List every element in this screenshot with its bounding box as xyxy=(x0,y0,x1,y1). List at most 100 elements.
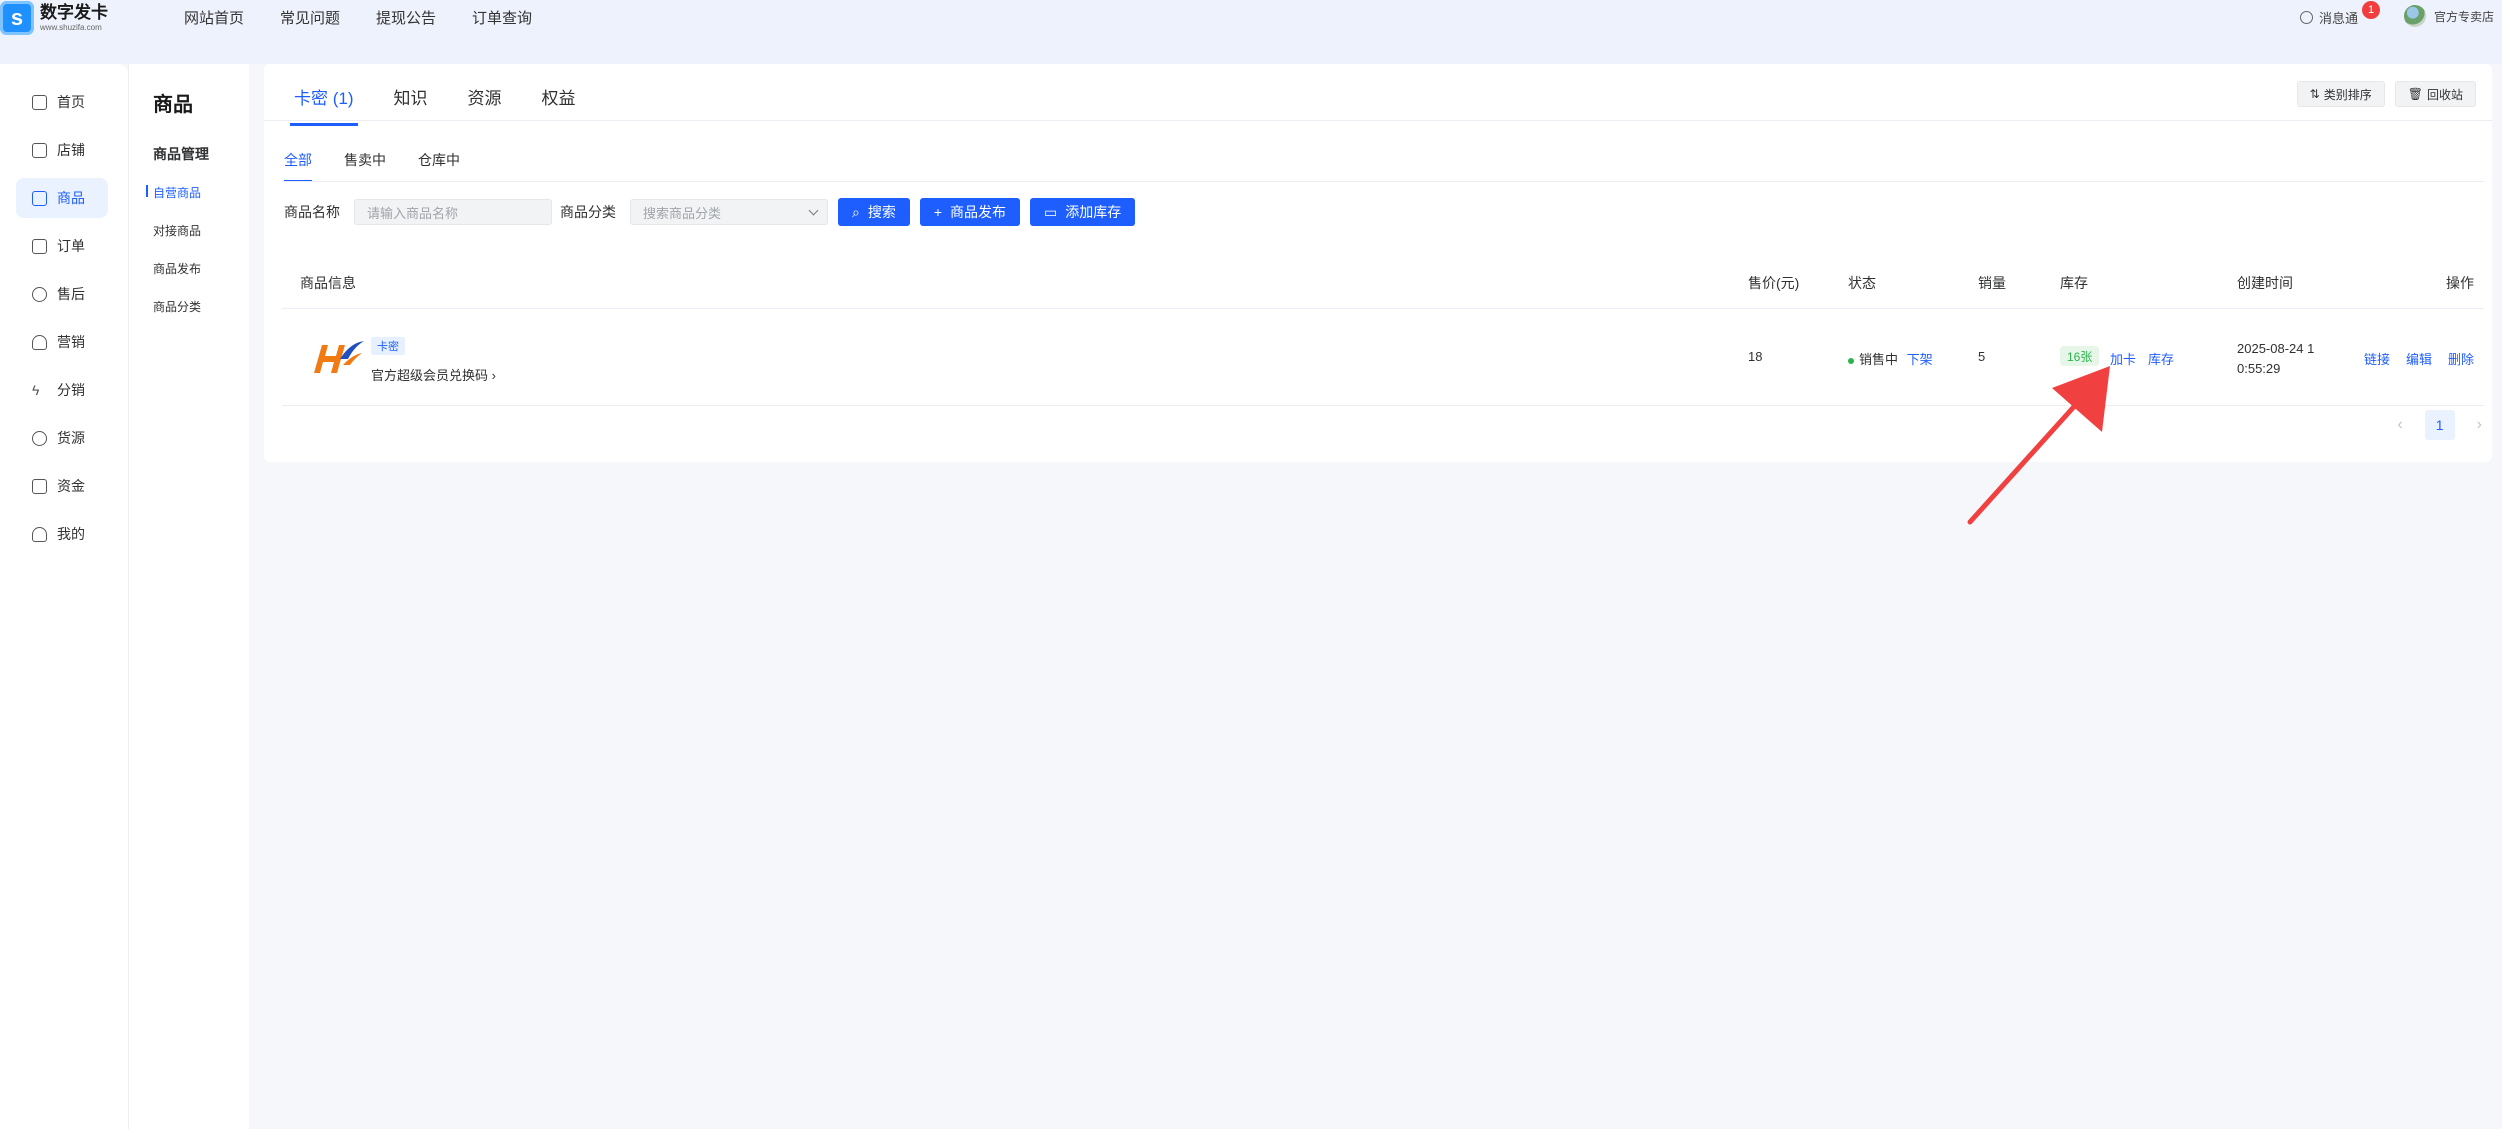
col-product-info: 商品信息 xyxy=(300,275,356,291)
product-logo-icon xyxy=(314,341,364,373)
link-action[interactable]: 链接 xyxy=(2364,349,2390,368)
col-sales: 销量 xyxy=(1978,275,2006,291)
category-select-placeholder: 搜索商品分类 xyxy=(643,205,722,221)
product-price: 18 xyxy=(1748,349,1763,364)
logo-name: 数字发卡 xyxy=(40,3,108,22)
filter-bar: 商品名称 请输入商品名称 商品分类 搜索商品分类 ⌕ 搜索 + 商品发布 ▭ 添加库存 xyxy=(284,198,1145,226)
user-icon xyxy=(32,526,47,542)
subnav-title: 商品 xyxy=(153,94,193,116)
product-name-input[interactable]: 请输入商品名称 xyxy=(354,199,552,225)
top-bar: s 数字发卡 www.shuzifa.com 网站首页 常见问题 提现公告 订单… xyxy=(0,0,2502,64)
subnav-group-title: 商品管理 xyxy=(153,146,209,162)
sidebar-item-marketing[interactable]: 营销 xyxy=(16,322,108,362)
plus-icon: + xyxy=(933,204,943,220)
top-nav: 网站首页 常见问题 提现公告 订单查询 xyxy=(184,0,532,34)
sidebar-item-products[interactable]: 商品 xyxy=(16,178,108,218)
recycle-bin-button[interactable]: 🗑 回收站 xyxy=(2394,81,2476,107)
page-number-current[interactable]: 1 xyxy=(2424,410,2455,440)
table-row: 卡密 官方超级会员兑换码 › 18 销售中 下架 5 16张 加卡 库存 202… xyxy=(282,309,2484,406)
tab-resources[interactable]: 资源 xyxy=(464,78,506,126)
subnav-item-own-products[interactable]: 自营商品 xyxy=(145,184,201,201)
product-name-link[interactable]: 官方超级会员兑换码 › xyxy=(371,365,496,384)
status-badge: 销售中 xyxy=(1859,352,1899,367)
product-type-tag: 卡密 xyxy=(371,337,405,355)
sidebar-item-funds[interactable]: 资金 xyxy=(16,466,108,506)
nav-withdraw-notice[interactable]: 提现公告 xyxy=(376,7,436,28)
logo-url: www.shuzifa.com xyxy=(40,23,102,32)
edit-action[interactable]: 编辑 xyxy=(2406,349,2432,368)
subnav-item-categories[interactable]: 商品分类 xyxy=(153,298,201,315)
table-header: 商品信息 售价(元) 状态 销量 库存 创建时间 操作 xyxy=(282,256,2484,309)
col-actions: 操作 xyxy=(2446,275,2474,291)
avatar xyxy=(2404,5,2426,27)
messages-button[interactable]: 消息通 1 xyxy=(2300,1,2380,27)
bulb-icon xyxy=(32,334,47,350)
col-status: 状态 xyxy=(1848,275,1876,291)
chat-icon xyxy=(32,286,47,302)
subtab-all[interactable]: 全部 xyxy=(284,150,312,182)
col-created: 创建时间 xyxy=(2237,275,2293,291)
next-page-icon[interactable]: › xyxy=(2477,416,2482,434)
compass-icon xyxy=(32,430,47,446)
sort-icon: ⇅ xyxy=(2309,87,2320,101)
sidebar-item-orders[interactable]: 订单 xyxy=(16,226,108,266)
add-stock-button[interactable]: ▭ 添加库存 xyxy=(1030,198,1136,226)
sidebar-item-supply[interactable]: 货源 xyxy=(16,418,108,458)
col-price: 售价(元) xyxy=(1748,275,1800,291)
sidebar-item-mine[interactable]: 我的 xyxy=(16,514,108,554)
box-icon xyxy=(32,190,47,206)
category-select[interactable]: 搜索商品分类 xyxy=(630,199,828,225)
user-menu[interactable]: 官方专卖店 xyxy=(2404,5,2494,27)
messages-badge: 1 xyxy=(2362,1,2380,19)
tabs-divider xyxy=(264,120,2492,121)
folder-icon: ▭ xyxy=(1044,203,1058,220)
status-tabs: 全部 售卖中 仓库中 xyxy=(284,150,460,182)
type-tabs: 卡密 (1) 知识 资源 权益 xyxy=(290,78,580,126)
search-button[interactable]: ⌕ 搜索 xyxy=(838,198,910,226)
store-icon xyxy=(32,142,47,158)
sidebar-item-store[interactable]: 店铺 xyxy=(16,130,108,170)
trash-icon: 🗑 xyxy=(2407,87,2423,101)
category-sort-button[interactable]: ⇅ 类别排序 xyxy=(2296,81,2385,107)
user-label: 官方专卖店 xyxy=(2434,9,2495,24)
home-icon xyxy=(32,94,47,110)
order-icon xyxy=(32,238,47,254)
status-cell: 销售中 下架 xyxy=(1848,349,1933,368)
bolt-icon: ϟ xyxy=(32,381,40,398)
wallet-icon xyxy=(32,478,47,494)
category-label: 商品分类 xyxy=(560,204,616,220)
product-subnav: 商品 商品管理 自营商品 对接商品 商品发布 商品分类 xyxy=(128,64,249,1129)
subnav-item-publish[interactable]: 商品发布 xyxy=(153,260,201,277)
sidebar-item-after-sales[interactable]: 售后 xyxy=(16,274,108,314)
messages-label: 消息通 xyxy=(2319,11,2359,26)
logo-mark-icon: s xyxy=(0,1,34,35)
stock-link[interactable]: 库存 xyxy=(2148,349,2174,368)
site-logo[interactable]: s 数字发卡 www.shuzifa.com xyxy=(0,0,108,36)
sidebar-item-home[interactable]: 首页 xyxy=(16,82,108,122)
sidebar: 首页 店铺 商品 订单 售后 营销 ϟ 分销 货源 资金 我的 xyxy=(0,64,128,1129)
created-time: 2025-08-24 1 0:55:29 xyxy=(2237,341,2315,376)
subtab-on-sale[interactable]: 售卖中 xyxy=(344,150,386,182)
annotation-arrow-icon xyxy=(1967,366,2110,525)
message-icon xyxy=(2300,11,2313,24)
subtabs-divider xyxy=(282,181,2484,182)
main-panel: 卡密 (1) 知识 资源 权益 ⇅ 类别排序 🗑 回收站 全部 售卖中 仓库中 商品… xyxy=(264,64,2492,462)
delete-action[interactable]: 删除 xyxy=(2448,349,2474,368)
tab-knowledge[interactable]: 知识 xyxy=(390,78,432,126)
prev-page-icon[interactable]: ‹ xyxy=(2397,416,2402,434)
col-stock: 库存 xyxy=(2060,275,2088,291)
search-icon: ⌕ xyxy=(852,203,860,220)
nav-faq[interactable]: 常见问题 xyxy=(280,7,340,28)
product-name-label: 商品名称 xyxy=(284,204,340,220)
chevron-down-icon xyxy=(808,205,819,215)
sidebar-item-distribution[interactable]: ϟ 分销 xyxy=(16,370,108,410)
status-dot-icon xyxy=(1848,357,1854,364)
nav-order-query[interactable]: 订单查询 xyxy=(472,7,532,28)
publish-product-button[interactable]: + 商品发布 xyxy=(919,198,1021,226)
subtab-in-warehouse[interactable]: 仓库中 xyxy=(418,150,460,182)
tab-card-keys[interactable]: 卡密 (1) xyxy=(290,78,358,126)
tab-benefits[interactable]: 权益 xyxy=(538,78,580,126)
subnav-item-connected-products[interactable]: 对接商品 xyxy=(153,222,201,239)
delist-link[interactable]: 下架 xyxy=(1907,352,1933,367)
nav-home[interactable]: 网站首页 xyxy=(184,7,244,28)
